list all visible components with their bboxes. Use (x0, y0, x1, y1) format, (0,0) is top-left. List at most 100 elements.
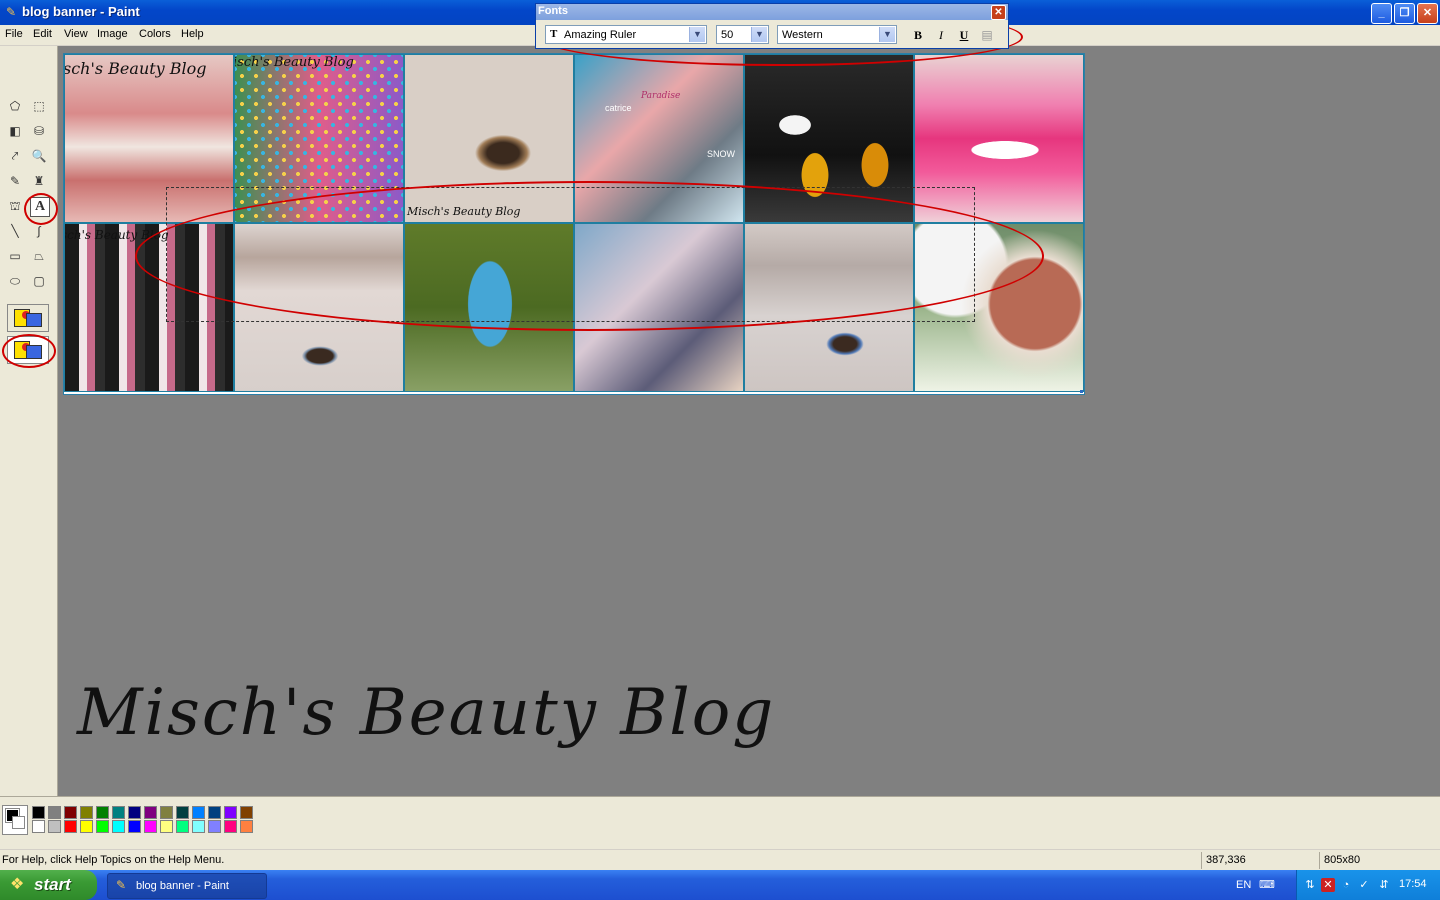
product-label: catrice (605, 103, 632, 113)
bold-button[interactable]: B (909, 26, 927, 44)
color-swatch[interactable] (144, 806, 157, 819)
italic-button[interactable]: I (932, 26, 950, 44)
pencil-icon[interactable]: ✎ (5, 171, 25, 191)
brush-icon[interactable]: ♜ (29, 171, 49, 191)
color-swatch[interactable] (160, 820, 173, 833)
fonts-toolbar: Fonts ✕ Amazing Ruler T ▼ 50 ▼ Western ▼… (535, 3, 1009, 49)
color-swatch[interactable] (192, 806, 205, 819)
font-size-value: 50 (721, 29, 734, 41)
wireless-icon[interactable]: ⇵ (1377, 878, 1391, 892)
paint-app-icon[interactable]: ✎ (4, 5, 18, 19)
color-swatch[interactable] (208, 820, 221, 833)
airbrush-icon[interactable]: ⛫ (5, 196, 25, 216)
menu-image[interactable]: Image (97, 28, 128, 40)
color-swatch[interactable] (224, 806, 237, 819)
color-swatch[interactable] (112, 820, 125, 833)
color-swatch[interactable] (64, 820, 77, 833)
fonts-toolbar-header[interactable]: Fonts ✕ (536, 4, 1008, 20)
minimize-button[interactable]: _ (1371, 3, 1392, 24)
status-bar: For Help, click Help Topics on the Help … (0, 849, 1440, 871)
menu-edit[interactable]: Edit (33, 28, 52, 40)
rectangle-select-icon[interactable]: ⬚ (29, 96, 49, 116)
polygon-icon[interactable]: ⏢ (29, 246, 49, 266)
ellipse-icon[interactable]: ⬭ (5, 271, 25, 291)
taskbar-button-label: blog banner - Paint (136, 880, 229, 892)
color-swatch[interactable] (112, 806, 125, 819)
color-swatch[interactable] (224, 820, 237, 833)
color-swatch[interactable] (128, 806, 141, 819)
color-box (0, 796, 1440, 849)
color-swatch[interactable] (32, 806, 45, 819)
font-size-select[interactable]: 50 ▼ (716, 25, 769, 44)
eraser-icon[interactable]: ◧ (5, 121, 25, 141)
chevron-down-icon[interactable]: ▼ (689, 27, 705, 42)
font-script-select[interactable]: Western ▼ (777, 25, 897, 44)
color-swatch[interactable] (240, 820, 253, 833)
network-icon[interactable]: ⇅ (1303, 878, 1317, 892)
vertical-text-button[interactable]: ▤ (978, 26, 996, 44)
color-swatch[interactable] (144, 820, 157, 833)
color-swatch[interactable] (80, 820, 93, 833)
paint-app-icon: ✎ (116, 878, 127, 892)
product-label: SNOW (707, 149, 735, 159)
language-indicator[interactable]: EN (1236, 879, 1251, 891)
fonts-close-button[interactable]: ✕ (991, 5, 1006, 20)
line-icon[interactable]: ╲ (5, 221, 25, 241)
tool-box: ⬠ ⬚ ◧ ⛁ ⤤ 🔍 ✎ ♜ ⛫ A ╲ ∫ ▭ ⏢ ⬭ ▢ (0, 46, 58, 796)
fill-bucket-icon[interactable]: ⛁ (29, 121, 49, 141)
restore-button[interactable]: ❐ (1394, 3, 1415, 24)
annotation-ellipse-text-area (135, 181, 1044, 331)
status-help-text: For Help, click Help Topics on the Help … (2, 854, 225, 866)
color-swatch[interactable] (80, 806, 93, 819)
rectangle-icon[interactable]: ▭ (5, 246, 25, 266)
menu-colors[interactable]: Colors (139, 28, 171, 40)
watermark-text: isch's Beauty Blog (234, 55, 354, 70)
annotation-circle-text-tool (24, 193, 58, 225)
color-swatch[interactable] (192, 820, 205, 833)
color-picker-icon[interactable]: ⤤ (5, 146, 25, 166)
font-name-select[interactable]: Amazing Ruler T ▼ (545, 25, 707, 44)
color-swatch[interactable] (32, 820, 45, 833)
color-swatch[interactable] (128, 820, 141, 833)
font-script-value: Western (782, 29, 823, 41)
keyboard-icon[interactable]: ⌨ (1259, 878, 1275, 891)
font-name-value: Amazing Ruler (564, 29, 637, 41)
color-swatch[interactable] (208, 806, 221, 819)
close-button[interactable]: ✕ (1417, 3, 1438, 24)
fonts-toolbar-title: Fonts (538, 5, 568, 17)
taskbar-button-paint[interactable]: ✎ blog banner - Paint (107, 873, 267, 899)
color-swatch[interactable] (176, 806, 189, 819)
taskbar: ❖ start ✎ blog banner - Paint EN ⌨ ⇅ ✕ ◔… (0, 870, 1440, 900)
opaque-background-option[interactable] (7, 304, 49, 332)
color-swatch[interactable] (160, 806, 173, 819)
security-icon[interactable]: ✕ (1321, 878, 1335, 892)
menu-view[interactable]: View (64, 28, 88, 40)
bluetooth-icon[interactable]: ✓ (1357, 878, 1371, 892)
chevron-down-icon[interactable]: ▼ (879, 27, 895, 42)
color-swatch[interactable] (64, 806, 77, 819)
clock: 17:54 (1399, 878, 1427, 890)
free-form-select-icon[interactable]: ⬠ (5, 96, 25, 116)
sample-text-large: Misch's Beauty Blog (77, 676, 776, 750)
color-swatch[interactable] (96, 806, 109, 819)
color-swatch[interactable] (240, 806, 253, 819)
rounded-rectangle-icon[interactable]: ▢ (29, 271, 49, 291)
watermark-text: sch's Beauty Blog (64, 59, 207, 78)
underline-button[interactable]: U (955, 26, 973, 44)
menu-file[interactable]: File (5, 28, 23, 40)
system-tray: ⇅ ✕ ◔ ✓ ⇵ 17:54 (1296, 870, 1440, 900)
current-colors[interactable] (2, 805, 28, 835)
resize-handle[interactable] (1080, 390, 1083, 393)
color-swatch[interactable] (176, 820, 189, 833)
start-button[interactable]: ❖ start (0, 870, 97, 900)
truetype-icon: T (550, 28, 558, 40)
color-swatch[interactable] (48, 820, 61, 833)
windows-logo-icon: ❖ (10, 876, 25, 893)
chevron-down-icon[interactable]: ▼ (751, 27, 767, 42)
menu-help[interactable]: Help (181, 28, 204, 40)
product-label: Paradise (641, 91, 681, 101)
magnifier-icon[interactable]: 🔍 (29, 146, 49, 166)
update-icon[interactable]: ◔ (1339, 878, 1353, 892)
color-swatch[interactable] (48, 806, 61, 819)
color-swatch[interactable] (96, 820, 109, 833)
